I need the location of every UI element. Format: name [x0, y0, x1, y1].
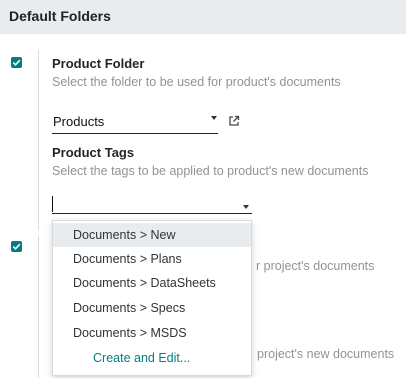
project-tags-help: project's new documents — [257, 347, 395, 361]
checkmark-icon — [12, 59, 21, 66]
section-header: Default Folders — [0, 0, 406, 34]
project-folder-help: r project's documents — [256, 259, 375, 273]
product-folder-checkbox[interactable] — [11, 57, 22, 68]
setting-divider — [38, 50, 39, 230]
dropdown-item[interactable]: Documents > Specs — [53, 296, 251, 320]
checkmark-icon — [12, 243, 21, 250]
setting-divider — [38, 236, 39, 378]
product-tags-underline — [52, 213, 252, 214]
caret-down-icon[interactable] — [211, 116, 217, 120]
external-link-icon[interactable] — [228, 115, 240, 127]
create-and-edit-link[interactable]: Create and Edit... — [53, 346, 251, 370]
product-folder-title: Product Folder — [52, 56, 145, 71]
section-title: Default Folders — [9, 8, 111, 24]
text-cursor — [52, 196, 53, 212]
product-tags-help: Select the tags to be applied to product… — [52, 164, 369, 178]
dropdown-item[interactable]: Documents > New — [53, 223, 251, 247]
product-folder-help: Select the folder to be used for product… — [52, 75, 341, 89]
dropdown-item[interactable]: Documents > Plans — [53, 247, 251, 271]
project-folder-checkbox[interactable] — [11, 241, 22, 252]
dropdown-item[interactable]: Documents > MSDS — [53, 321, 251, 345]
dropdown-item[interactable]: Documents > DataSheets — [53, 271, 251, 295]
product-tags-title: Product Tags — [52, 145, 135, 160]
product-folder-underline — [52, 133, 218, 134]
tags-autocomplete-dropdown: Documents > New Documents > Plans Docume… — [52, 220, 252, 376]
caret-down-icon[interactable] — [243, 205, 249, 209]
product-folder-input[interactable]: Products — [53, 114, 104, 129]
